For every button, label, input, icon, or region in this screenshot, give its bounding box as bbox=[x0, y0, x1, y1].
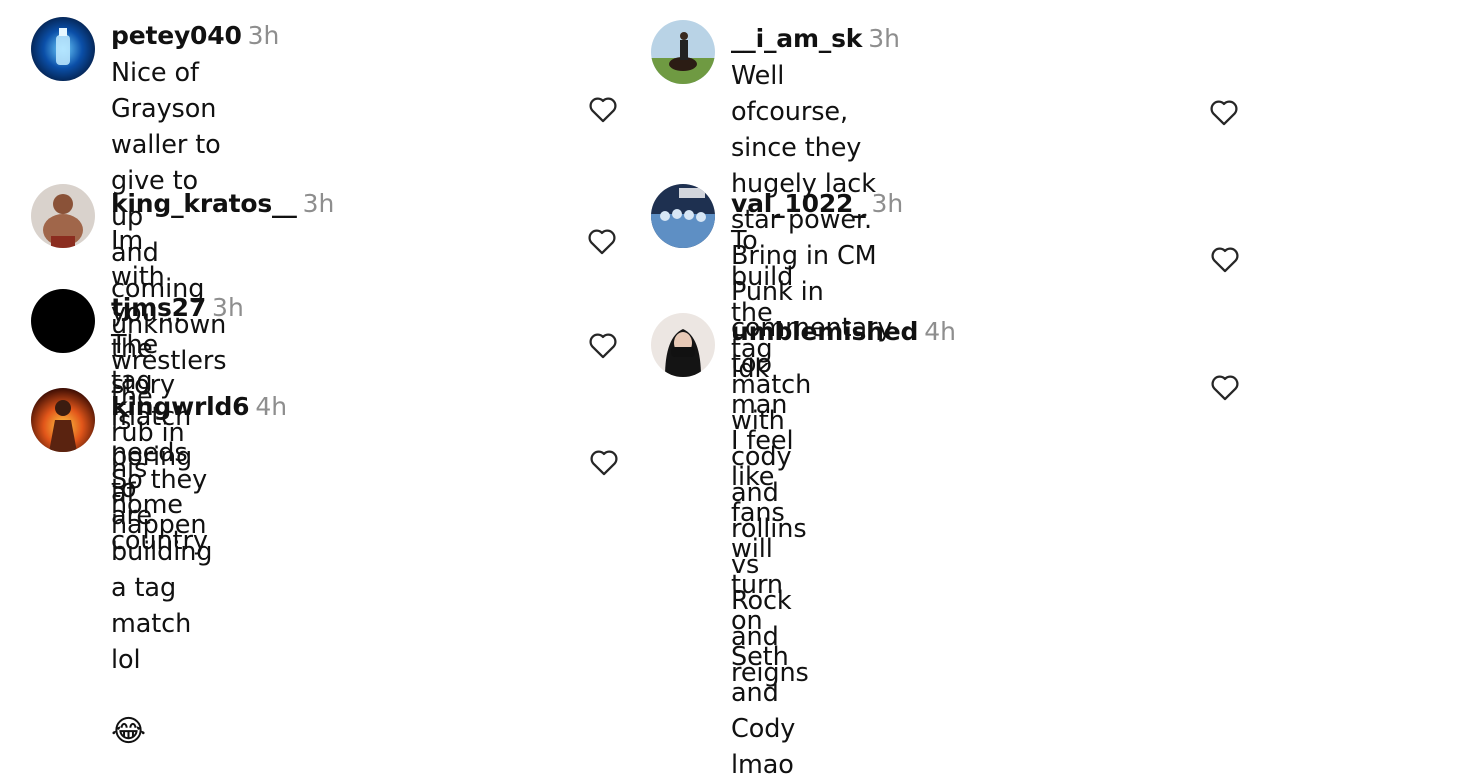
avatar[interactable] bbox=[31, 289, 95, 353]
black-avatar bbox=[31, 289, 95, 353]
comment-header: val_1022_ 3h bbox=[731, 187, 903, 221]
avatar[interactable] bbox=[651, 20, 715, 84]
comment-header: king_kratos__ 3h bbox=[111, 187, 334, 221]
timestamp: 4h bbox=[924, 317, 956, 346]
comment-header: kingwrld6 4h bbox=[111, 390, 287, 424]
timestamp: 3h bbox=[247, 21, 280, 50]
comment-header: umblemished 4h bbox=[731, 315, 956, 349]
comment-text-line: So they are building a tag match lol bbox=[111, 465, 213, 675]
fire-figure-avatar bbox=[31, 388, 95, 452]
username[interactable]: petey040 bbox=[111, 21, 242, 50]
timestamp: 3h bbox=[871, 189, 904, 218]
username[interactable]: kingwrld6 bbox=[111, 392, 250, 421]
comment-header: petey040 3h bbox=[111, 19, 279, 53]
timestamp: 3h bbox=[868, 24, 900, 53]
horse-rider-avatar bbox=[651, 20, 715, 84]
heart-outline-icon[interactable] bbox=[1207, 95, 1241, 129]
comment-header: __i_am_sk 3h bbox=[731, 22, 900, 56]
heart-outline-icon[interactable] bbox=[586, 92, 620, 126]
username[interactable]: umblemished bbox=[731, 317, 918, 346]
heart-outline-icon[interactable] bbox=[587, 445, 621, 479]
laughing-emoji: 😂 bbox=[111, 714, 146, 749]
avatar[interactable] bbox=[31, 388, 95, 452]
username[interactable]: king_kratos__ bbox=[111, 189, 297, 218]
comment-text: Idk man I feel like fans will turn on Se… bbox=[731, 354, 796, 780]
heart-outline-icon[interactable] bbox=[1208, 370, 1242, 404]
timestamp: 3h bbox=[212, 293, 244, 322]
username[interactable]: val_1022_ bbox=[731, 189, 866, 218]
avatar[interactable] bbox=[31, 17, 95, 81]
comment-text: So they are building a tag match lol 😂 bbox=[111, 426, 212, 751]
comment-header: tjms27 3h bbox=[111, 291, 244, 325]
avatar[interactable] bbox=[31, 184, 95, 248]
avatar[interactable] bbox=[651, 313, 715, 377]
username[interactable]: __i_am_sk bbox=[731, 24, 862, 53]
heart-outline-icon[interactable] bbox=[586, 328, 620, 362]
woman-portrait-avatar bbox=[651, 313, 715, 377]
timestamp: 3h bbox=[302, 189, 335, 218]
blue-bottle-avatar bbox=[31, 17, 95, 81]
avatar[interactable] bbox=[651, 184, 715, 248]
heart-outline-icon[interactable] bbox=[1208, 242, 1242, 276]
username[interactable]: tjms27 bbox=[111, 293, 206, 322]
timestamp: 4h bbox=[255, 392, 288, 421]
team-celebration-avatar bbox=[651, 184, 715, 248]
heart-outline-icon[interactable] bbox=[585, 224, 619, 258]
wrestler-avatar bbox=[31, 184, 95, 248]
